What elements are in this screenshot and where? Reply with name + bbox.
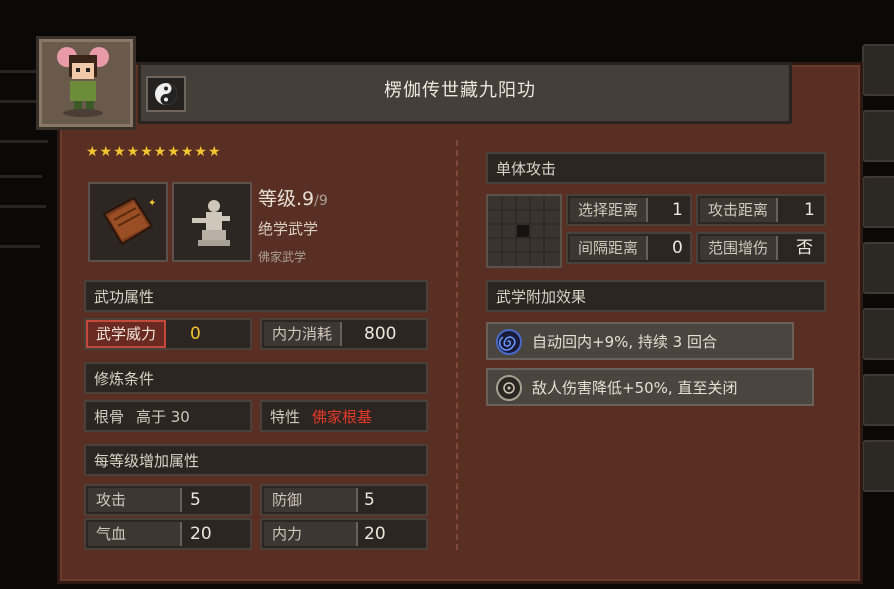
- side-tab[interactable]: [862, 440, 894, 492]
- mp-gain-label: 内力: [264, 522, 358, 546]
- attack-range-field: 攻击距离 1: [696, 194, 826, 226]
- aoe-bonus-value: 否: [796, 238, 813, 258]
- monk-statue-icon: [192, 200, 230, 246]
- side-tab[interactable]: [862, 374, 894, 426]
- per-level-header-label: 每等级增加属性: [94, 452, 200, 470]
- mp-gain-field: 内力 20: [260, 518, 428, 550]
- bonus-effects-header-label: 武学附加效果: [496, 288, 587, 306]
- yin-yang-icon: [155, 83, 177, 105]
- effect-item[interactable]: 自动回内+9%, 持续 3 回合: [486, 322, 794, 360]
- character-avatar-icon: [57, 47, 109, 117]
- background-stripe: [0, 205, 46, 208]
- single-attack-header: 单体攻击: [486, 152, 826, 184]
- root-requirement-field: 根骨 高于 30: [84, 400, 252, 432]
- attributes-header-label: 武功属性: [94, 288, 155, 306]
- attack-range-grid: [486, 194, 562, 268]
- background-stripe: [0, 175, 42, 178]
- effect-text: 自动回内+9%, 持续 3 回合: [532, 333, 717, 351]
- defense-gain-label: 防御: [264, 488, 358, 512]
- side-tab[interactable]: [862, 44, 894, 96]
- side-tab[interactable]: [862, 308, 894, 360]
- attributes-header: 武功属性: [84, 280, 428, 312]
- mp-cost-field: 内力消耗 800: [260, 318, 428, 350]
- attack-range-value: 1: [804, 200, 815, 220]
- hp-gain-label: 气血: [88, 522, 182, 546]
- attack-gain-label: 攻击: [88, 488, 182, 512]
- mp-gain-value: 20: [364, 524, 386, 544]
- attack-gain-value: 5: [190, 490, 201, 510]
- level-current: .9: [296, 188, 315, 210]
- requirements-header-label: 修炼条件: [94, 370, 155, 388]
- aoe-bonus-field: 范围增伤 否: [696, 232, 826, 264]
- trait-requirement-field: 特性 佛家根基: [260, 400, 428, 432]
- interval-range-field: 间隔距离 0: [566, 232, 692, 264]
- requirements-header: 修炼条件: [84, 362, 428, 394]
- side-tab[interactable]: [862, 242, 894, 294]
- aoe-bonus-label: 范围增伤: [700, 236, 779, 260]
- level-display: 等级.9/9: [258, 184, 328, 211]
- attack-range-label: 攻击距离: [700, 198, 779, 222]
- per-level-header: 每等级增加属性: [84, 444, 428, 476]
- yin-yang-button[interactable]: [146, 76, 186, 112]
- mp-cost-label: 内力消耗: [264, 322, 343, 346]
- background-stripe: [0, 245, 40, 248]
- column-divider: [456, 140, 458, 550]
- background-stripe: [0, 100, 40, 103]
- attack-gain-field: 攻击 5: [84, 484, 252, 516]
- trait-value: 佛家根基: [312, 408, 373, 426]
- crosshair-icon: [496, 375, 522, 401]
- power-field: 武学威力 0: [84, 318, 252, 350]
- spiral-icon: [496, 329, 522, 355]
- level-max: /9: [314, 193, 328, 209]
- book-icon: ✦: [102, 196, 156, 246]
- svg-text:✦: ✦: [148, 198, 156, 209]
- hp-gain-field: 气血 20: [84, 518, 252, 550]
- select-range-value: 1: [672, 200, 683, 220]
- effect-item[interactable]: 敌人伤害降低+50%, 直至关闭: [486, 368, 814, 406]
- single-attack-header-label: 单体攻击: [496, 160, 557, 178]
- bonus-effects-header: 武学附加效果: [486, 280, 826, 312]
- mp-cost-value: 800: [364, 324, 397, 344]
- select-range-label: 选择距离: [570, 198, 649, 222]
- defense-gain-value: 5: [364, 490, 375, 510]
- character-portrait[interactable]: [36, 36, 136, 130]
- trait-label: 特性: [270, 408, 301, 426]
- level-label: 等级: [258, 188, 297, 210]
- select-range-field: 选择距离 1: [566, 194, 692, 226]
- effect-text: 敌人伤害降低+50%, 直至关闭: [532, 379, 738, 397]
- range-grid-icon: [488, 196, 560, 266]
- skill-pose-slot[interactable]: [172, 182, 252, 262]
- skill-rank: 绝学武学: [258, 220, 319, 238]
- hp-gain-value: 20: [190, 524, 212, 544]
- skill-book-slot[interactable]: ✦: [88, 182, 168, 262]
- power-label: 武学威力: [86, 320, 167, 348]
- power-value: 0: [190, 324, 201, 344]
- defense-gain-field: 防御 5: [260, 484, 428, 516]
- interval-range-label: 间隔距离: [570, 236, 649, 260]
- star-rating: ★★★★★★★★★★: [86, 144, 222, 160]
- root-label: 根骨: [94, 408, 125, 426]
- skill-school: 佛家武学: [258, 250, 307, 264]
- background-stripe: [0, 140, 48, 143]
- side-tab[interactable]: [862, 176, 894, 228]
- root-value: 高于 30: [136, 408, 190, 426]
- side-tab[interactable]: [862, 110, 894, 162]
- skill-name: 楞伽传世藏九阳功: [384, 80, 536, 101]
- interval-range-value: 0: [672, 238, 683, 258]
